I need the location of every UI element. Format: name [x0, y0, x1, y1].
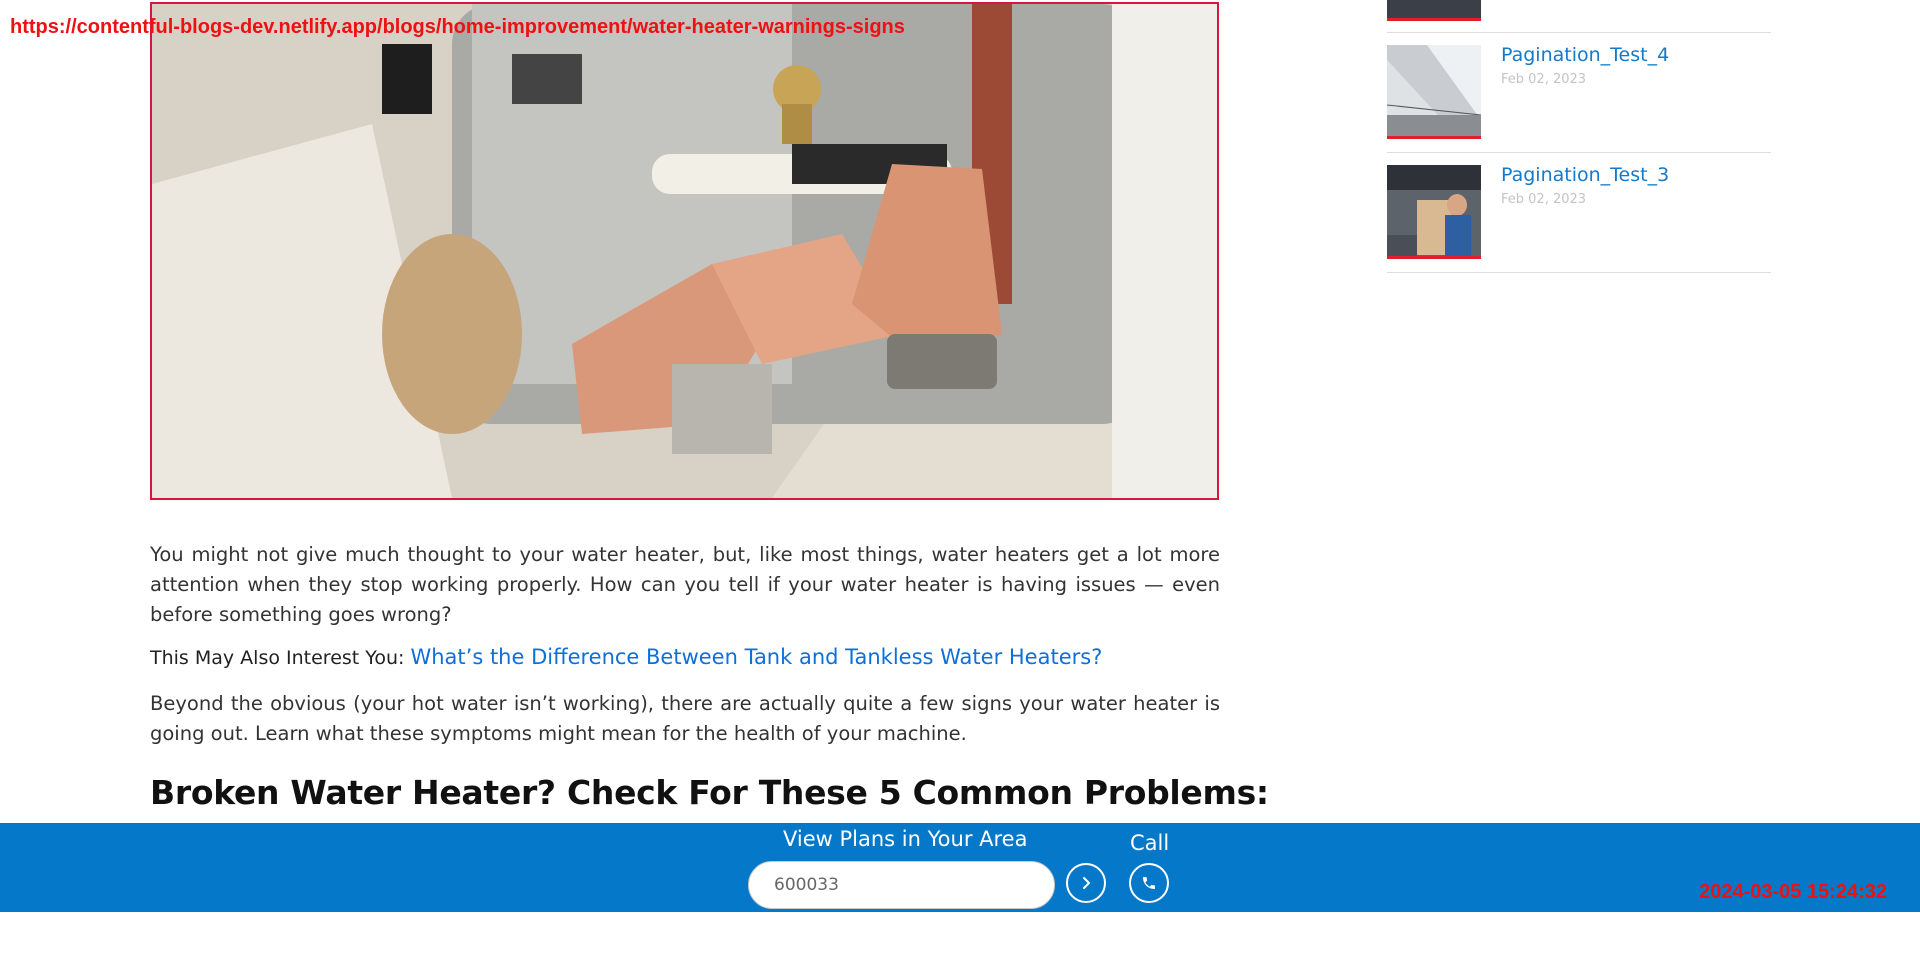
chevron-right-icon	[1083, 877, 1090, 889]
timestamp-overlay: 2024-03-05 15:24:32	[1699, 881, 1887, 903]
hero-image	[150, 2, 1219, 500]
call-label: Call	[1130, 831, 1170, 855]
post-date: Feb 02, 2023	[1501, 192, 1587, 207]
article-body: You might not give much thought to your …	[150, 540, 1220, 761]
water-heater-photo	[152, 4, 1217, 498]
post-title[interactable]: Pagination_Test_3	[1501, 164, 1669, 186]
section-heading: Broken Water Heater? Check For These 5 C…	[150, 773, 1269, 812]
list-item-partial[interactable]	[1387, 0, 1771, 33]
search-plans-button[interactable]	[1066, 863, 1106, 903]
related-article-link[interactable]: What’s the Difference Between Tank and T…	[410, 645, 1102, 669]
post-thumbnail[interactable]	[1387, 0, 1481, 21]
article-paragraph: Beyond the obvious (your hot water isn’t…	[150, 692, 1220, 745]
list-item[interactable]: Pagination_Test_3 Feb 02, 2023	[1387, 153, 1771, 273]
url-overlay: https://contentful-blogs-dev.netlify.app…	[10, 16, 905, 38]
post-thumbnail[interactable]	[1387, 165, 1481, 259]
post-title[interactable]: Pagination_Test_4	[1501, 44, 1669, 66]
phone-icon	[1143, 877, 1155, 889]
plans-label: View Plans in Your Area	[783, 827, 1028, 851]
call-button[interactable]	[1129, 863, 1169, 903]
zip-code-input[interactable]	[748, 861, 1055, 909]
related-article: This May Also Interest You: What’s the D…	[150, 642, 1220, 673]
recent-posts-sidebar: Pagination_Test_4 Feb 02, 2023 Paginatio…	[1387, 0, 1771, 273]
post-date: Feb 02, 2023	[1501, 72, 1587, 87]
list-item[interactable]: Pagination_Test_4 Feb 02, 2023	[1387, 33, 1771, 153]
related-article-label: This May Also Interest You:	[150, 647, 405, 669]
article-paragraph: You might not give much thought to your …	[150, 543, 1220, 626]
plans-bar: View Plans in Your Area Call	[0, 823, 1920, 912]
post-thumbnail[interactable]	[1387, 45, 1481, 139]
